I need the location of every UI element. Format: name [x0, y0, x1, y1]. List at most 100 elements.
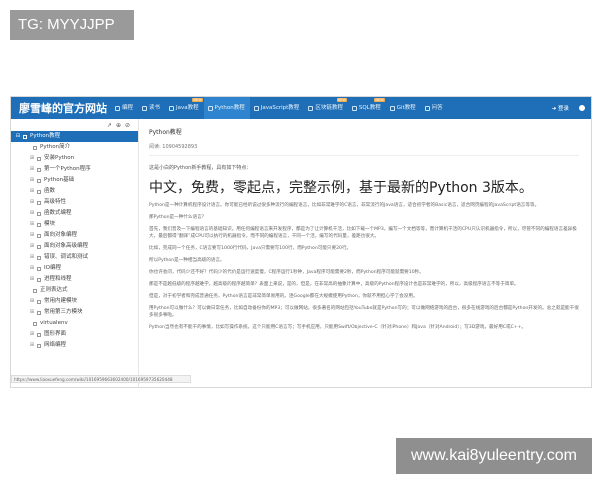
sidebar-item-label: virtualenv — [40, 320, 68, 326]
nav-item-label: Git教程 — [396, 105, 416, 111]
tree-toggle-icon[interactable]: ⊟ — [15, 131, 21, 142]
nav-item-3[interactable]: Python教程 — [203, 97, 250, 119]
sidebar-item[interactable]: ⊞ 模块 — [11, 219, 138, 230]
page-icon — [37, 310, 41, 315]
breadcrumb: Python教程 — [149, 129, 182, 136]
sidebar-item-label: 正则表达式 — [40, 287, 68, 293]
nav-item-6[interactable]: SQL教程 NEW — [348, 97, 386, 119]
nav-item-label: JavaScript教程 — [260, 105, 300, 111]
nav-item-7[interactable]: Git教程 — [386, 97, 421, 119]
sidebar-item[interactable]: ⊞ 错误、调试和测试 — [11, 252, 138, 263]
sidebar-item[interactable]: ⊞ IO编程 — [11, 263, 138, 274]
article-body: Python是一种计算机程序设计语言。你可能已经听说过很多种流行的编程语言，比如… — [149, 202, 579, 331]
sidebar-item-label: 进程和线程 — [44, 276, 72, 282]
expand-icon[interactable]: ↗ — [107, 122, 112, 129]
sidebar-item[interactable]: ⊞ 图形界面 — [11, 329, 138, 340]
page-icon — [37, 255, 41, 260]
sidebar-item[interactable]: ⊞ 高级特性 — [11, 197, 138, 208]
sidebar-item-label: 面向对象编程 — [44, 232, 78, 238]
nav-item-icon — [142, 105, 148, 111]
sidebar-item[interactable]: ⊞ 网络编程 — [11, 340, 138, 351]
page-icon — [33, 321, 37, 326]
sidebar: ↗ ⊕ ⊘ ⊟ Python教程 Python简介 ⊞ 安装Python ⊞ 第一个Python… — [11, 119, 139, 387]
sidebar-item[interactable]: ⊞ 函数 — [11, 186, 138, 197]
login-link[interactable]: ➜ 登录 — [552, 104, 569, 112]
page-icon — [33, 288, 37, 293]
sidebar-item[interactable]: Python简介 — [11, 142, 138, 153]
tree-toggle-icon[interactable]: ⊞ — [29, 307, 35, 318]
sidebar-item[interactable]: ⊞ 安装Python — [11, 153, 138, 164]
page-icon — [37, 233, 41, 238]
tree-toggle-icon[interactable]: ⊞ — [29, 230, 35, 241]
tree-toggle-icon[interactable]: ⊞ — [29, 219, 35, 230]
sidebar-item-label: 第一个Python程序 — [44, 166, 91, 172]
tree-toggle-icon[interactable]: ⊞ — [29, 153, 35, 164]
nav-item-label: 问答 — [431, 105, 443, 111]
collapse-icon[interactable]: ⊘ — [125, 122, 130, 129]
tree-toggle-icon[interactable]: ⊞ — [29, 274, 35, 285]
sidebar-item[interactable]: ⊞ 函数式编程 — [11, 208, 138, 219]
tree-toggle-icon[interactable]: ⊞ — [29, 329, 35, 340]
tree-toggle-icon[interactable]: ⊞ — [29, 340, 35, 351]
nav-item-icon — [253, 105, 259, 111]
sidebar-item-label: 函数 — [44, 188, 56, 194]
sidebar-item-label: 错误、调试和测试 — [44, 254, 89, 260]
sidebar-tree: ⊟ Python教程 Python简介 ⊞ 安装Python ⊞ 第一个Python程序 ⊞ P… — [11, 131, 138, 351]
nav-item-1[interactable]: 读书 — [138, 97, 165, 119]
sidebar-item-label: 网络编程 — [44, 342, 67, 348]
page-icon — [37, 332, 41, 337]
sidebar-item-label: 图形界面 — [44, 331, 67, 337]
top-navbar: 廖雪峰的官方网站 编程 读书 Java教程 NEW Python教程 JavaScript… — [11, 97, 591, 119]
watermark: www.kai8yuleentry.com — [396, 438, 592, 474]
nav-item-8[interactable]: 问答 — [421, 97, 448, 119]
settings-icon[interactable] — [579, 105, 585, 111]
site-brand[interactable]: 廖雪峰的官方网站 — [19, 100, 111, 116]
sidebar-item[interactable]: ⊟ Python教程 — [11, 131, 138, 142]
divider — [149, 155, 579, 156]
tree-toggle-icon[interactable]: ⊞ — [29, 197, 35, 208]
sidebar-item[interactable]: ⊞ 面向对象高级编程 — [11, 241, 138, 252]
nav-right: ➜ 登录 — [552, 97, 585, 119]
article-paragraph: 那是不是越低级的程序越难学，越高级的程序越简单？表面上来说，是的，但是，在非常高… — [149, 282, 519, 287]
sidebar-item-label: 函数式编程 — [44, 210, 72, 216]
nav-item-icon — [351, 105, 357, 111]
view-count: 阅读: 10904592893 — [149, 144, 198, 150]
sidebar-item-label: IO编程 — [44, 265, 61, 271]
sidebar-item[interactable]: ⊞ 常用第三方模块 — [11, 307, 138, 318]
page-icon — [37, 189, 41, 194]
sidebar-item-label: 常用内建模块 — [44, 298, 78, 304]
nav-item-0[interactable]: 编程 — [111, 97, 138, 119]
tree-toggle-icon[interactable]: ⊞ — [29, 241, 35, 252]
tree-toggle-icon[interactable]: ⊞ — [29, 208, 35, 219]
sidebar-item-label: Python简介 — [40, 144, 71, 150]
nav-item-icon — [389, 105, 395, 111]
page-icon — [37, 277, 41, 282]
sidebar-item[interactable]: ⊞ 常用内建模块 — [11, 296, 138, 307]
login-label: 登录 — [557, 106, 569, 112]
nav-item-label: 编程 — [122, 105, 134, 111]
tree-toggle-icon[interactable]: ⊞ — [29, 186, 35, 197]
tree-toggle-icon[interactable]: ⊞ — [29, 164, 35, 175]
tree-toggle-icon[interactable]: ⊞ — [29, 296, 35, 307]
page-icon — [37, 343, 41, 348]
add-icon[interactable]: ⊕ — [116, 122, 121, 129]
sidebar-item[interactable]: ⊞ Python基础 — [11, 175, 138, 186]
sidebar-item[interactable]: ⊞ 面向对象编程 — [11, 230, 138, 241]
tree-toggle-icon[interactable]: ⊞ — [29, 263, 35, 274]
page-icon — [37, 266, 41, 271]
sidebar-item-label: 模块 — [44, 221, 56, 227]
nav-item-5[interactable]: 区块链教程 NEW — [304, 97, 348, 119]
nav-item-2[interactable]: Java教程 NEW — [165, 97, 204, 119]
browser-screenshot: 廖雪峰的官方网站 编程 读书 Java教程 NEW Python教程 JavaScript… — [10, 96, 592, 388]
intro-text: 这是小白的Python新手教程，具有如下特点： — [149, 165, 252, 171]
sidebar-item-label: 安装Python — [44, 155, 75, 161]
tree-toggle-icon[interactable]: ⊞ — [29, 175, 35, 186]
sidebar-item[interactable]: virtualenv — [11, 318, 138, 329]
sidebar-item[interactable]: ⊞ 进程和线程 — [11, 274, 138, 285]
tree-toggle-icon[interactable]: ⊞ — [29, 252, 35, 263]
nav-item-4[interactable]: JavaScript教程 — [250, 97, 305, 119]
sidebar-item[interactable]: 正则表达式 — [11, 285, 138, 296]
sidebar-item[interactable]: ⊞ 第一个Python程序 — [11, 164, 138, 175]
article-paragraph: 用Python可以做什么？可以做日常任务，比如自动备份你的MP3；可以做网站，很… — [149, 306, 579, 318]
main-content: Python教程 阅读: 10904592893 这是小白的Python新手教程… — [139, 119, 589, 387]
